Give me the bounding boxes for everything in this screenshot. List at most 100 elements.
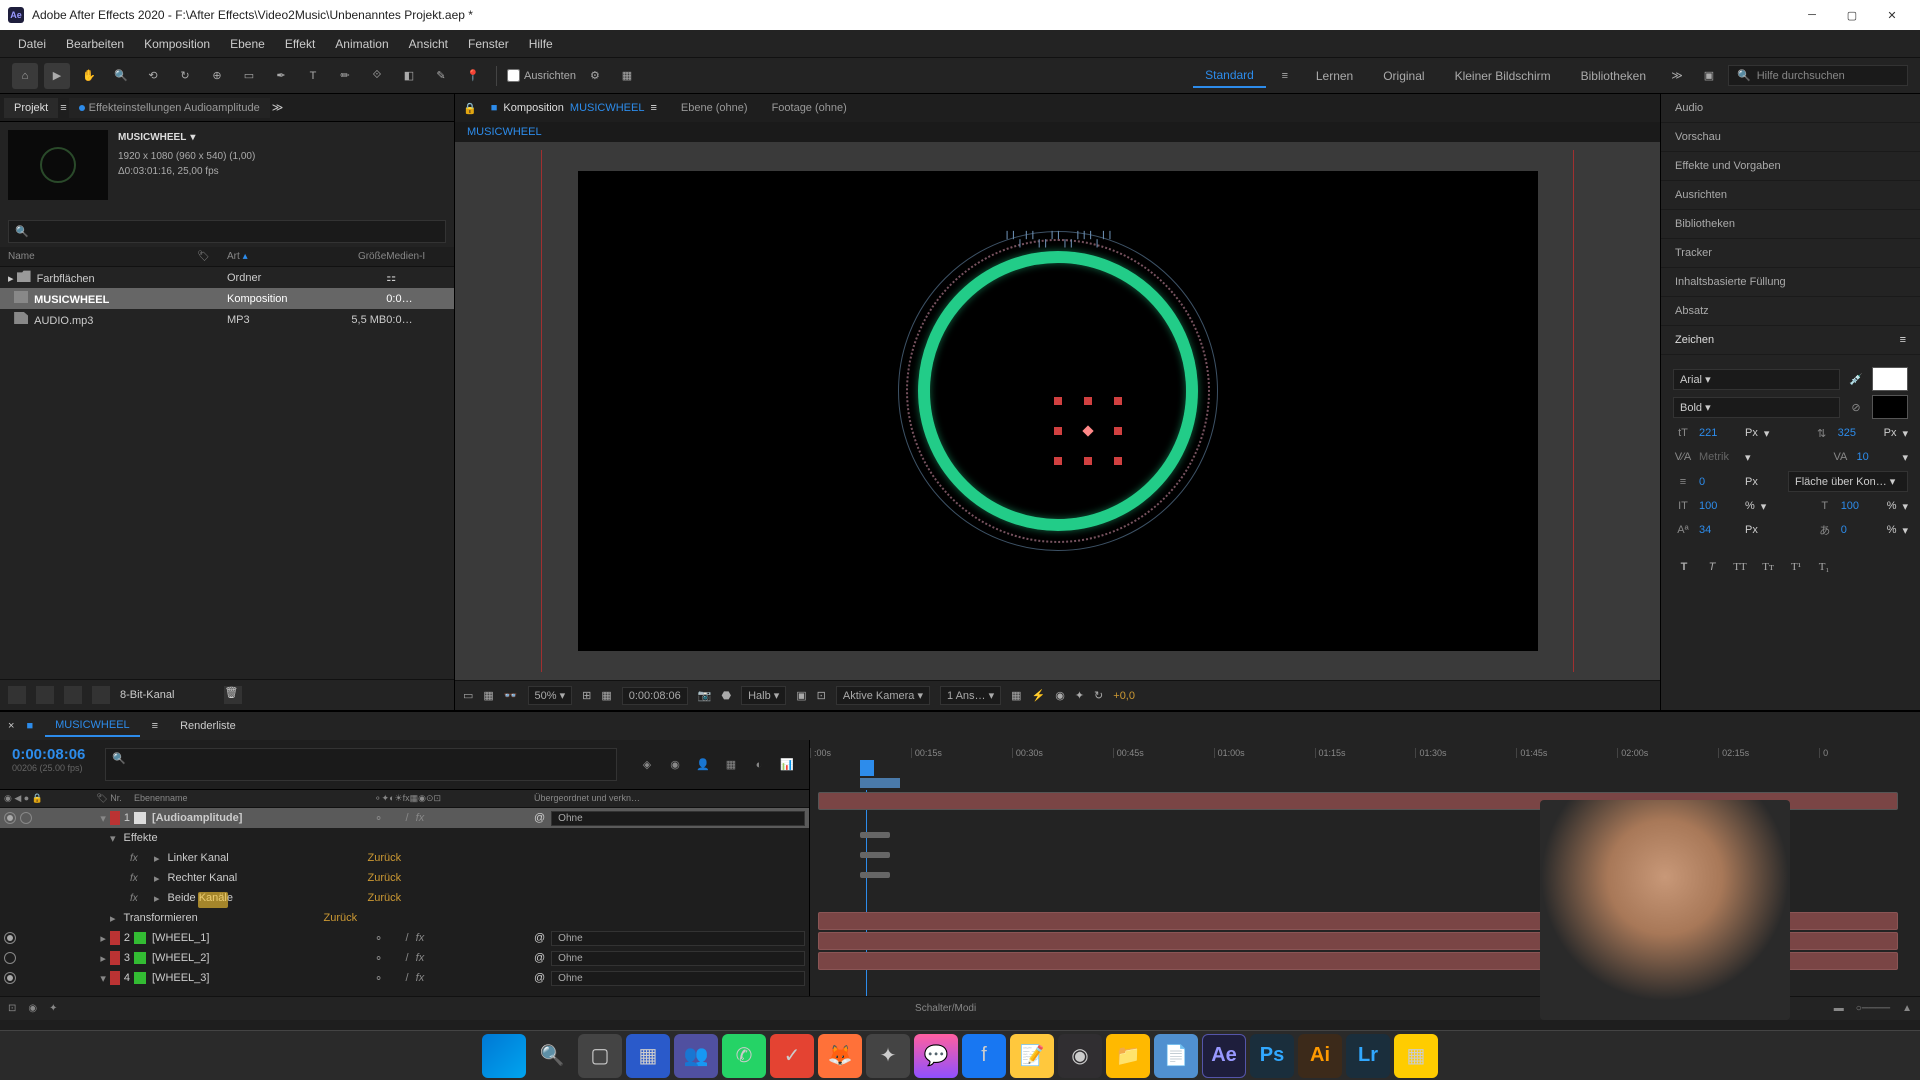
- graph-editor-icon[interactable]: 📊: [777, 755, 797, 775]
- layer-color[interactable]: [110, 971, 120, 985]
- taskbar-illustrator[interactable]: Ai: [1298, 1034, 1342, 1078]
- stroke-mode-select[interactable]: Fläche über Kon… ▾: [1788, 471, 1908, 492]
- expand-toggle[interactable]: ▾: [110, 832, 116, 845]
- roto-tool[interactable]: ✎: [428, 63, 454, 89]
- project-search[interactable]: 🔍: [8, 220, 446, 243]
- panel-fill[interactable]: Inhaltsbasierte Füllung: [1661, 268, 1920, 297]
- parent-select[interactable]: Ohne: [551, 931, 805, 946]
- col-tag[interactable]: 🏷: [197, 251, 227, 262]
- orbit-tool[interactable]: ⟲: [140, 63, 166, 89]
- resolution-select[interactable]: Halb ▾: [741, 686, 786, 705]
- col-size[interactable]: Größe: [327, 251, 387, 262]
- composition-canvas[interactable]: ╵╵╷╵╵╷╷╵╵╷╷╵╵╵╷╵╵: [578, 171, 1538, 651]
- zoom-tool[interactable]: 🔍: [108, 63, 134, 89]
- effect-beide-kanaele[interactable]: fx ▸ Beide Kanäle Zurück: [0, 888, 809, 908]
- visibility-toggle[interactable]: [4, 812, 16, 824]
- taskbar-messenger[interactable]: 💬: [914, 1034, 958, 1078]
- toggle-brainstorm-icon[interactable]: ✦: [49, 1003, 57, 1014]
- layer-color[interactable]: [110, 951, 120, 965]
- expand-toggle[interactable]: ▸: [100, 932, 106, 945]
- layer-wheel-1[interactable]: ▸2 [WHEEL_1] ⚬ / fx @Ohne: [0, 928, 809, 948]
- vscale-value[interactable]: 100: [1699, 500, 1739, 512]
- no-stroke-icon[interactable]: ⊘: [1846, 397, 1866, 417]
- panel-vorschau[interactable]: Vorschau: [1661, 123, 1920, 152]
- shape-tool[interactable]: ▭: [236, 63, 262, 89]
- expand-toggle[interactable]: ▸: [154, 872, 160, 885]
- layer-color[interactable]: [110, 811, 120, 825]
- superscript-button[interactable]: T¹: [1785, 556, 1807, 578]
- keyframe-bar[interactable]: [860, 832, 890, 838]
- allcaps-button[interactable]: TT: [1729, 556, 1751, 578]
- expand-toggle[interactable]: ▾: [100, 812, 106, 825]
- taskbar-whatsapp[interactable]: ✆: [722, 1034, 766, 1078]
- grid-icon[interactable]: ▦: [483, 689, 493, 702]
- stroke-color-swatch[interactable]: [1872, 395, 1908, 419]
- reset-link[interactable]: Zurück: [368, 872, 402, 884]
- region-icon[interactable]: ▣: [796, 689, 806, 702]
- home-tool[interactable]: ⌂: [12, 63, 38, 89]
- snap-checkbox[interactable]: Ausrichten: [507, 69, 576, 82]
- new-folder-button[interactable]: [36, 686, 54, 704]
- taskbar-teams[interactable]: 👥: [674, 1034, 718, 1078]
- visibility-toggle[interactable]: [4, 932, 16, 944]
- selection-tool[interactable]: ▶: [44, 63, 70, 89]
- tab-menu-icon[interactable]: ≡: [650, 102, 656, 114]
- channel-icon[interactable]: ⬣: [721, 689, 731, 702]
- reset-link[interactable]: Zurück: [368, 892, 402, 904]
- taskbar-obs[interactable]: ◉: [1058, 1034, 1102, 1078]
- tab-overflow-icon[interactable]: ≫: [272, 101, 284, 114]
- anchor-point-icon[interactable]: [1082, 425, 1093, 436]
- shy-switch[interactable]: ⚬: [374, 952, 383, 965]
- taskbar-search[interactable]: 🔍: [530, 1034, 574, 1078]
- trash-button[interactable]: 🗑: [224, 686, 242, 704]
- menu-animation[interactable]: Animation: [325, 33, 398, 55]
- timeline-tab-comp[interactable]: MUSICWHEEL: [45, 715, 140, 737]
- reset-exposure-icon[interactable]: ↻: [1094, 689, 1103, 702]
- font-weight-select[interactable]: Bold ▾: [1673, 397, 1840, 418]
- taskbar-todoist[interactable]: ✓: [770, 1034, 814, 1078]
- expand-toggle[interactable]: ▸: [110, 912, 116, 925]
- shy-switch[interactable]: ⚬: [374, 812, 383, 825]
- dropdown-icon[interactable]: ▾: [190, 130, 195, 145]
- toggle-switches-icon[interactable]: ⊡: [8, 1003, 16, 1014]
- expand-toggle[interactable]: ▾: [100, 972, 106, 985]
- taskbar-firefox[interactable]: 🦊: [818, 1034, 862, 1078]
- menu-hilfe[interactable]: Hilfe: [519, 33, 563, 55]
- zoom-out-icon[interactable]: ▬: [1834, 1003, 1844, 1014]
- pickwhip-icon[interactable]: @: [534, 932, 545, 944]
- workspace-menu-icon[interactable]: ≡: [1272, 63, 1298, 89]
- taskbar-notes[interactable]: 📝: [1010, 1034, 1054, 1078]
- viewer-tab-footage[interactable]: Footage (ohne): [762, 98, 857, 118]
- guides-icon[interactable]: ⊡: [817, 689, 826, 702]
- menu-bearbeiten[interactable]: Bearbeiten: [56, 33, 134, 55]
- layer-wheel-3[interactable]: ▾4 [WHEEL_3] ⚬ / fx @Ohne: [0, 968, 809, 988]
- anchor-tool[interactable]: ⊕: [204, 63, 230, 89]
- resolution-icon[interactable]: ⊞: [582, 689, 591, 702]
- current-timecode[interactable]: 0:00:08:06: [12, 746, 85, 763]
- switches-label[interactable]: Schalter/Modi: [915, 1003, 976, 1014]
- minimize-button[interactable]: ─: [1792, 0, 1832, 30]
- hscale-value[interactable]: 100: [1841, 500, 1881, 512]
- panel-bibliotheken[interactable]: Bibliotheken: [1661, 210, 1920, 239]
- comp-mini-icon[interactable]: ◈: [637, 755, 657, 775]
- tab-menu-icon[interactable]: ≡: [152, 720, 158, 732]
- menu-effekt[interactable]: Effekt: [275, 33, 325, 55]
- font-size-value[interactable]: 221: [1699, 427, 1739, 439]
- workspace-more-icon[interactable]: ≫: [1664, 63, 1690, 89]
- snap-options-icon[interactable]: ⚙: [582, 63, 608, 89]
- panel-toggle-icon[interactable]: ▣: [1696, 63, 1722, 89]
- panel-absatz[interactable]: Absatz: [1661, 297, 1920, 326]
- selection-bounds[interactable]: [1058, 401, 1118, 461]
- project-thumbnail[interactable]: [8, 130, 108, 200]
- brush-tool[interactable]: ✏: [332, 63, 358, 89]
- expand-toggle[interactable]: ▸: [154, 852, 160, 865]
- shy-switch[interactable]: ⚬: [374, 972, 383, 985]
- panel-effekte[interactable]: Effekte und Vorgaben: [1661, 152, 1920, 181]
- mask-icon[interactable]: 👓: [504, 689, 518, 702]
- menu-ebene[interactable]: Ebene: [220, 33, 275, 55]
- leading-value[interactable]: 325: [1838, 427, 1878, 439]
- interpret-button[interactable]: [8, 686, 26, 704]
- project-item-folder[interactable]: ▸ Farbflächen Ordner ⚏: [0, 267, 454, 288]
- menu-ansicht[interactable]: Ansicht: [399, 33, 458, 55]
- hand-tool[interactable]: ✋: [76, 63, 102, 89]
